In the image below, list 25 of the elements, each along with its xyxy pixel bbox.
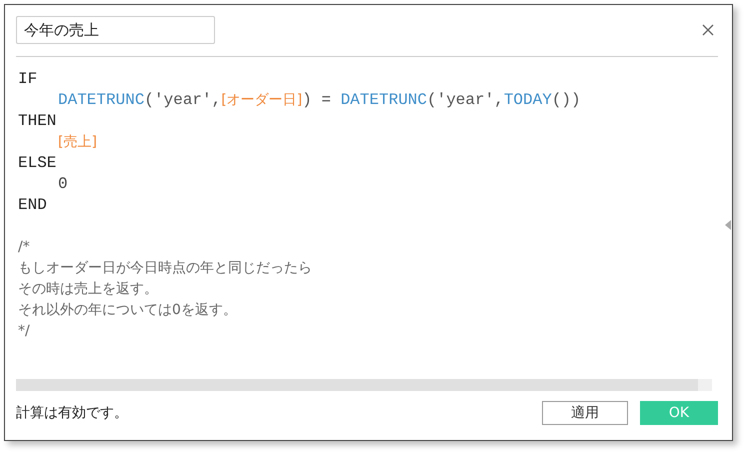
title-field[interactable]: 今年の売上: [16, 16, 215, 44]
code-symbol: ('year',: [144, 91, 222, 109]
code-comment: もしオーダー日が今日時点の年と同じだったら: [18, 260, 312, 276]
field-reference: [オーダー日]: [221, 92, 302, 108]
keyword: ELSE: [18, 154, 56, 172]
status-message: 計算は有効です。: [16, 404, 128, 422]
apply-button[interactable]: 適用: [542, 401, 628, 425]
field-reference: [売上]: [58, 134, 97, 150]
triangle-icon[interactable]: [725, 220, 731, 230]
code-symbol: ()): [552, 91, 581, 109]
function-name: DATETRUNC: [340, 91, 427, 109]
keyword: IF: [18, 70, 38, 88]
code-comment: */: [18, 323, 30, 339]
keyword: END: [18, 196, 47, 214]
code-comment: /*: [18, 239, 30, 255]
number-literal: 0: [58, 175, 68, 193]
function-name: DATETRUNC: [58, 91, 144, 109]
code-symbol: ) =: [302, 91, 332, 109]
horizontal-scrollbar[interactable]: [16, 379, 712, 391]
code-comment: それ以外の年については0を返す。: [18, 302, 237, 318]
function-name: TODAY: [504, 91, 552, 109]
code-comment: その時は売上を返す。: [18, 281, 158, 297]
close-icon[interactable]: [702, 24, 714, 36]
code-symbol: ('year',: [427, 91, 504, 109]
keyword: THEN: [18, 112, 56, 130]
